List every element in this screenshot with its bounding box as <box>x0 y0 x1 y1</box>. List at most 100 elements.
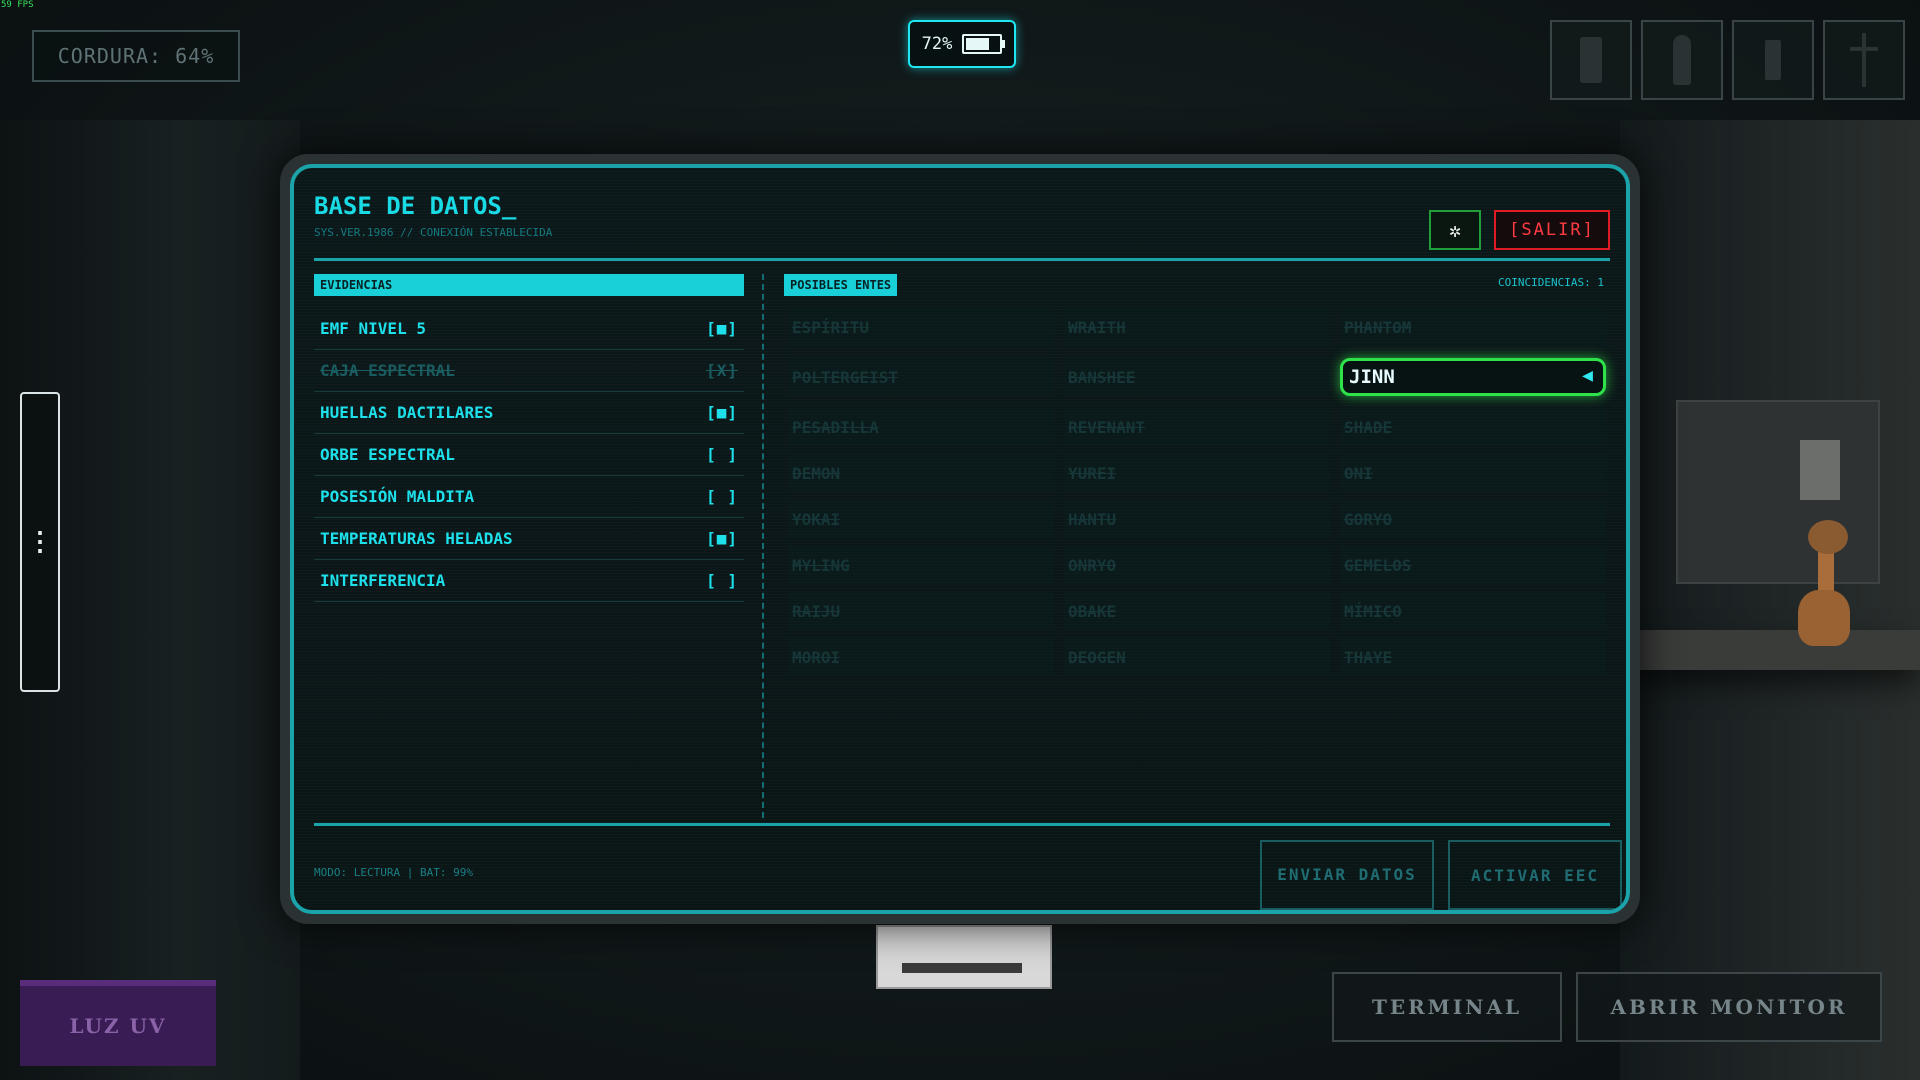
inventory-slot-flashlight[interactable] <box>1641 20 1723 100</box>
entity-item[interactable]: DEMON <box>788 454 1054 492</box>
entity-item[interactable]: ESPÍRITU <box>788 308 1054 346</box>
entity-item[interactable]: OBAKE <box>1064 592 1330 630</box>
entity-name: WRAITH <box>1068 317 1126 337</box>
entity-name: DEMON <box>792 463 841 483</box>
entity-item[interactable]: HANTU <box>1064 500 1330 538</box>
footer-divider <box>314 823 1610 826</box>
evidence-label: ORBE ESPECTRAL <box>320 445 455 464</box>
entity-name: GORYO <box>1344 509 1393 529</box>
database-monitor: BASE DE DATOS_ SYS.VER.1986 // CONEXIÓN … <box>280 154 1640 924</box>
evidence-checkbox[interactable]: [■] <box>706 529 738 548</box>
exit-button[interactable]: [SALIR] <box>1494 210 1610 250</box>
entity-name: MYLING <box>792 555 850 575</box>
evidence-checkbox[interactable]: [ ] <box>706 445 738 464</box>
entity-name: THAYE <box>1344 647 1393 667</box>
entity-item[interactable]: GORYO <box>1340 500 1606 538</box>
uv-light-button[interactable]: LUZ UV <box>20 980 216 1066</box>
inventory-slot-walkie-talkie[interactable] <box>1550 20 1632 100</box>
evidence-item[interactable]: POSESIÓN MALDITA [ ] <box>314 476 744 518</box>
side-panel-tab[interactable]: ⋮ <box>20 392 60 692</box>
evidence-item[interactable]: EMF NIVEL 5 [■] <box>314 308 744 350</box>
sanity-meter: CORDURA: 64% <box>32 30 240 82</box>
entity-name: DEOGEN <box>1068 647 1126 667</box>
entity-name: MÍMICO <box>1344 601 1402 621</box>
entity-item[interactable]: DEOGEN <box>1064 638 1330 676</box>
entity-name: REVENANT <box>1068 417 1146 437</box>
battery-indicator: 72% <box>908 20 1016 68</box>
entity-item[interactable]: MYLING <box>788 546 1054 584</box>
entity-name: GEMELOS <box>1344 555 1412 575</box>
entity-item[interactable]: GEMELOS <box>1340 546 1606 584</box>
evidence-checkbox[interactable]: [■] <box>706 319 738 338</box>
page-subtitle: SYS.VER.1986 // CONEXIÓN ESTABLECIDA <box>314 226 553 239</box>
entity-name: JINN <box>1349 366 1395 388</box>
entity-item[interactable]: THAYE <box>1340 638 1606 676</box>
walkie-talkie-icon <box>1580 37 1602 83</box>
entity-name: YOKAI <box>792 509 841 529</box>
entity-name: HANTU <box>1068 509 1117 529</box>
entity-item[interactable]: YUREI <box>1064 454 1330 492</box>
entity-item[interactable]: YOKAI <box>788 500 1054 538</box>
gear-icon: ✲ <box>1448 218 1462 242</box>
evidence-label: CAJA ESPECTRAL <box>320 361 455 380</box>
terminal-button[interactable]: TERMINAL <box>1332 972 1562 1042</box>
entity-item[interactable]: BANSHEE <box>1064 358 1330 396</box>
page-title: BASE DE DATOS_ <box>314 192 517 220</box>
entity-item[interactable]: ONRYO <box>1064 546 1330 584</box>
more-vertical-icon: ⋮ <box>27 527 53 557</box>
open-monitor-button[interactable]: ABRIR MONITOR <box>1576 972 1882 1042</box>
scene-shelf <box>1620 630 1920 670</box>
entity-name: ONI <box>1344 463 1373 483</box>
evidence-item[interactable]: CAJA ESPECTRAL [X] <box>314 350 744 392</box>
inventory-slot-radio[interactable] <box>1732 20 1814 100</box>
entity-name: YUREI <box>1068 463 1117 483</box>
settings-button[interactable]: ✲ <box>1429 210 1481 250</box>
evidence-label: TEMPERATURAS HELADAS <box>320 529 513 548</box>
evidence-item[interactable]: ORBE ESPECTRAL [ ] <box>314 434 744 476</box>
evidence-item[interactable]: HUELLAS DACTILARES [■] <box>314 392 744 434</box>
entity-item[interactable]: WRAITH <box>1064 308 1330 346</box>
battery-icon <box>962 34 1006 54</box>
entity-name: RAIJU <box>792 601 841 621</box>
entity-item-selected[interactable]: JINN ◀ <box>1340 358 1606 396</box>
send-data-button[interactable]: ENVIAR DATOS <box>1260 840 1434 910</box>
evidence-checkbox[interactable]: [ ] <box>706 487 738 506</box>
entity-name: SHADE <box>1344 417 1393 437</box>
inventory-slot-crucifix[interactable] <box>1823 20 1905 100</box>
evidence-item[interactable]: TEMPERATURAS HELADAS [■] <box>314 518 744 560</box>
evidence-label: HUELLAS DACTILARES <box>320 403 494 422</box>
entity-name: ESPÍRITU <box>792 317 870 337</box>
evidence-header: EVIDENCIAS <box>314 274 744 296</box>
entity-item[interactable]: SHADE <box>1340 408 1606 446</box>
scene-paper-note <box>1800 440 1840 500</box>
crucifix-icon <box>1850 33 1878 87</box>
column-divider <box>762 274 764 818</box>
entity-item[interactable]: MOROI <box>788 638 1054 676</box>
activate-eec-button[interactable]: ACTIVAR EEC <box>1448 840 1622 910</box>
evidence-checkbox[interactable]: [ ] <box>706 571 738 590</box>
entity-item[interactable]: ONI <box>1340 454 1606 492</box>
evidence-checkbox[interactable]: [■] <box>706 403 738 422</box>
battery-percent: 72% <box>921 34 953 54</box>
entity-name: MOROI <box>792 647 841 667</box>
entity-item[interactable]: POLTERGEIST <box>788 358 1054 396</box>
radio-icon <box>1765 40 1781 80</box>
entity-item[interactable]: RAIJU <box>788 592 1054 630</box>
monitor-stand <box>876 925 1052 989</box>
entity-name: ONRYO <box>1068 555 1117 575</box>
entity-name: POLTERGEIST <box>792 367 898 387</box>
fps-counter: 59 FPS <box>1 0 34 10</box>
evidence-checkbox[interactable]: [X] <box>706 361 738 380</box>
evidence-label: INTERFERENCIA <box>320 571 446 590</box>
entity-item[interactable]: PESADILLA <box>788 408 1054 446</box>
evidence-item[interactable]: INTERFERENCIA [ ] <box>314 560 744 602</box>
entity-item[interactable]: PHANTOM <box>1340 308 1606 346</box>
scene-right-wall <box>1620 120 1920 1080</box>
entity-item[interactable]: MÍMICO <box>1340 592 1606 630</box>
entity-item[interactable]: REVENANT <box>1064 408 1330 446</box>
mode-status: MODO: LECTURA | BAT: 99% <box>314 866 473 879</box>
evidence-list: EMF NIVEL 5 [■] CAJA ESPECTRAL [X] HUELLAS D… <box>314 308 744 602</box>
entity-name: PESADILLA <box>792 417 879 437</box>
entity-name: PHANTOM <box>1344 317 1412 337</box>
flashlight-icon <box>1673 35 1691 85</box>
